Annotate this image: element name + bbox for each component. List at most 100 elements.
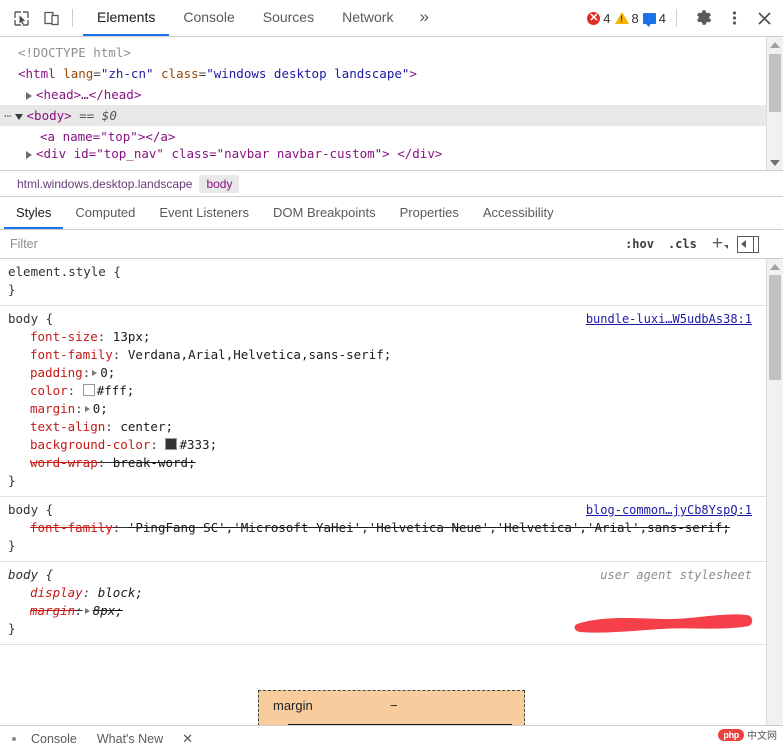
css-declaration-overridden[interactable]: margin: 8px; (0, 602, 766, 620)
css-property[interactable]: padding (30, 365, 83, 380)
rule-selector[interactable]: body { (8, 310, 53, 328)
rule-selector[interactable]: body { (8, 566, 53, 584)
tab-console[interactable]: Console (169, 0, 248, 36)
css-property[interactable]: font-size (30, 329, 98, 344)
style-rule-user-agent[interactable]: body { user agent stylesheet display: bl… (0, 562, 766, 645)
scroll-up-arrow-icon[interactable] (767, 259, 783, 274)
css-property[interactable]: margin (30, 603, 75, 618)
expand-shorthand-icon[interactable] (92, 370, 98, 376)
message-counter[interactable]: 4 (642, 11, 666, 27)
error-counter[interactable]: ✕ 4 (587, 11, 611, 26)
rule-selector[interactable]: element.style { (8, 263, 121, 281)
css-value[interactable]: #fff; (97, 383, 135, 398)
box-model-margin-box[interactable]: margin − (258, 690, 525, 726)
breadcrumb-item-html[interactable]: html.windows.desktop.landscape (10, 175, 199, 193)
tab-accessibility[interactable]: Accessibility (471, 197, 566, 229)
tabs-overflow-icon[interactable]: » (407, 0, 439, 36)
css-property[interactable]: font-family (30, 520, 113, 535)
css-value[interactable]: #333; (179, 437, 217, 452)
css-declaration[interactable]: padding: 0; (0, 364, 766, 382)
tab-elements[interactable]: Elements (83, 0, 170, 36)
gear-icon[interactable] (689, 4, 719, 32)
node-badge-ellipsis[interactable]: ⋯ (4, 108, 13, 123)
css-value[interactable]: Verdana,Arial,Helvetica,sans-serif; (128, 347, 391, 362)
inspect-cursor-icon[interactable] (6, 4, 36, 32)
tab-computed[interactable]: Computed (63, 197, 147, 229)
rule-source-link[interactable]: bundle-luxi…W5udbAs38:1 (586, 310, 766, 328)
styles-scrollbar[interactable] (766, 259, 783, 743)
style-rule[interactable]: body { bundle-luxi…W5udbAs38:1 font-size… (0, 306, 766, 497)
dom-row-selected[interactable]: ⋯ <body> == $0 (0, 105, 766, 126)
css-value[interactable]: center; (120, 419, 173, 434)
css-value[interactable]: break-word; (113, 455, 196, 470)
css-value[interactable]: block; (98, 585, 143, 600)
expand-shorthand-icon[interactable] (84, 406, 90, 412)
hover-state-button[interactable]: :hov (618, 237, 661, 251)
tab-sources[interactable]: Sources (249, 0, 328, 36)
css-property[interactable]: color (30, 383, 68, 398)
dom-row[interactable]: <!DOCTYPE html> (0, 42, 766, 63)
css-value[interactable]: 8px; (93, 603, 123, 618)
css-declaration[interactable]: font-size: 13px; (0, 328, 766, 346)
breadcrumb-item-body[interactable]: body (199, 174, 240, 193)
dom-row[interactable]: <a name="top"></a> (0, 126, 766, 147)
rule-source-link[interactable]: blog-common…jyCb8YspQ:1 (586, 501, 766, 519)
box-model-margin-value[interactable]: − (390, 698, 398, 713)
dom-row[interactable]: <head>…</head> (0, 84, 766, 105)
css-declaration-overridden[interactable]: word-wrap: break-word; (0, 454, 766, 472)
scroll-down-arrow-icon[interactable] (767, 155, 783, 170)
expand-triangle-icon[interactable] (26, 91, 32, 100)
css-value[interactable]: 0; (100, 365, 115, 380)
close-icon[interactable] (749, 4, 779, 32)
css-declaration[interactable]: margin: 0; (0, 400, 766, 418)
css-property[interactable]: font-family (30, 347, 113, 362)
color-swatch[interactable] (82, 384, 95, 396)
tab-event-listeners[interactable]: Event Listeners (147, 197, 261, 229)
scroll-up-arrow-icon[interactable] (767, 37, 783, 52)
watermark-badge: php (718, 728, 744, 741)
scrollbar-thumb[interactable] (769, 275, 781, 380)
dom-tree[interactable]: <!DOCTYPE html> <html lang="zh-cn" class… (0, 37, 766, 170)
css-property[interactable]: word-wrap (30, 455, 98, 470)
tab-network[interactable]: Network (328, 0, 407, 36)
css-property[interactable]: text-align (30, 419, 105, 434)
tab-styles[interactable]: Styles (4, 197, 64, 229)
css-value[interactable]: 13px; (113, 329, 151, 344)
warning-counter[interactable]: 8 (614, 11, 639, 26)
search-input[interactable] (0, 230, 619, 258)
class-editor-button[interactable]: .cls (661, 237, 704, 251)
css-value[interactable]: 0; (93, 401, 108, 416)
css-declaration[interactable]: display: block; (0, 584, 766, 602)
css-property[interactable]: margin (30, 401, 75, 416)
styles-rules-list[interactable]: element.style { } body { bundle-luxi…W5u… (0, 259, 766, 743)
scrollbar-thumb[interactable] (769, 54, 781, 112)
tab-dom-breakpoints[interactable]: DOM Breakpoints (261, 197, 388, 229)
toggle-sidebar-icon[interactable] (737, 235, 759, 253)
kebab-menu-icon[interactable] (719, 4, 749, 32)
drawer-tab-whats-new[interactable]: What's New (88, 732, 172, 743)
color-swatch[interactable] (165, 438, 178, 450)
expand-shorthand-icon[interactable] (84, 608, 90, 614)
dom-scrollbar[interactable] (766, 37, 783, 170)
expand-triangle-icon[interactable] (26, 150, 32, 159)
dom-row[interactable]: <div id="top_nav" class="navbar navbar-c… (0, 147, 766, 161)
new-style-rule-button[interactable]: + (704, 234, 732, 253)
dom-row[interactable]: <html lang="zh-cn" class="windows deskto… (0, 63, 766, 84)
rule-close-brace: } (8, 282, 16, 297)
css-property[interactable]: display (30, 585, 83, 600)
close-icon[interactable]: ✕ (174, 731, 201, 743)
device-toolbar-icon[interactable] (36, 4, 66, 32)
css-declaration[interactable]: background-color: #333; (0, 436, 766, 454)
css-declaration-overridden[interactable]: font-family: 'PingFang SC','Microsoft Ya… (0, 519, 766, 537)
css-declaration[interactable]: color: #fff; (0, 382, 766, 400)
drawer-tab-console[interactable]: Console (22, 732, 86, 743)
tab-properties[interactable]: Properties (388, 197, 471, 229)
style-rule[interactable]: body { blog-common…jyCb8YspQ:1 font-fami… (0, 497, 766, 562)
css-value[interactable]: 'PingFang SC','Microsoft YaHei','Helveti… (128, 520, 730, 535)
css-property[interactable]: background-color (30, 437, 150, 452)
css-declaration[interactable]: text-align: center; (0, 418, 766, 436)
style-rule[interactable]: element.style { } (0, 259, 766, 306)
rule-selector[interactable]: body { (8, 501, 53, 519)
css-declaration[interactable]: font-family: Verdana,Arial,Helvetica,san… (0, 346, 766, 364)
collapse-triangle-icon[interactable] (14, 113, 23, 120)
